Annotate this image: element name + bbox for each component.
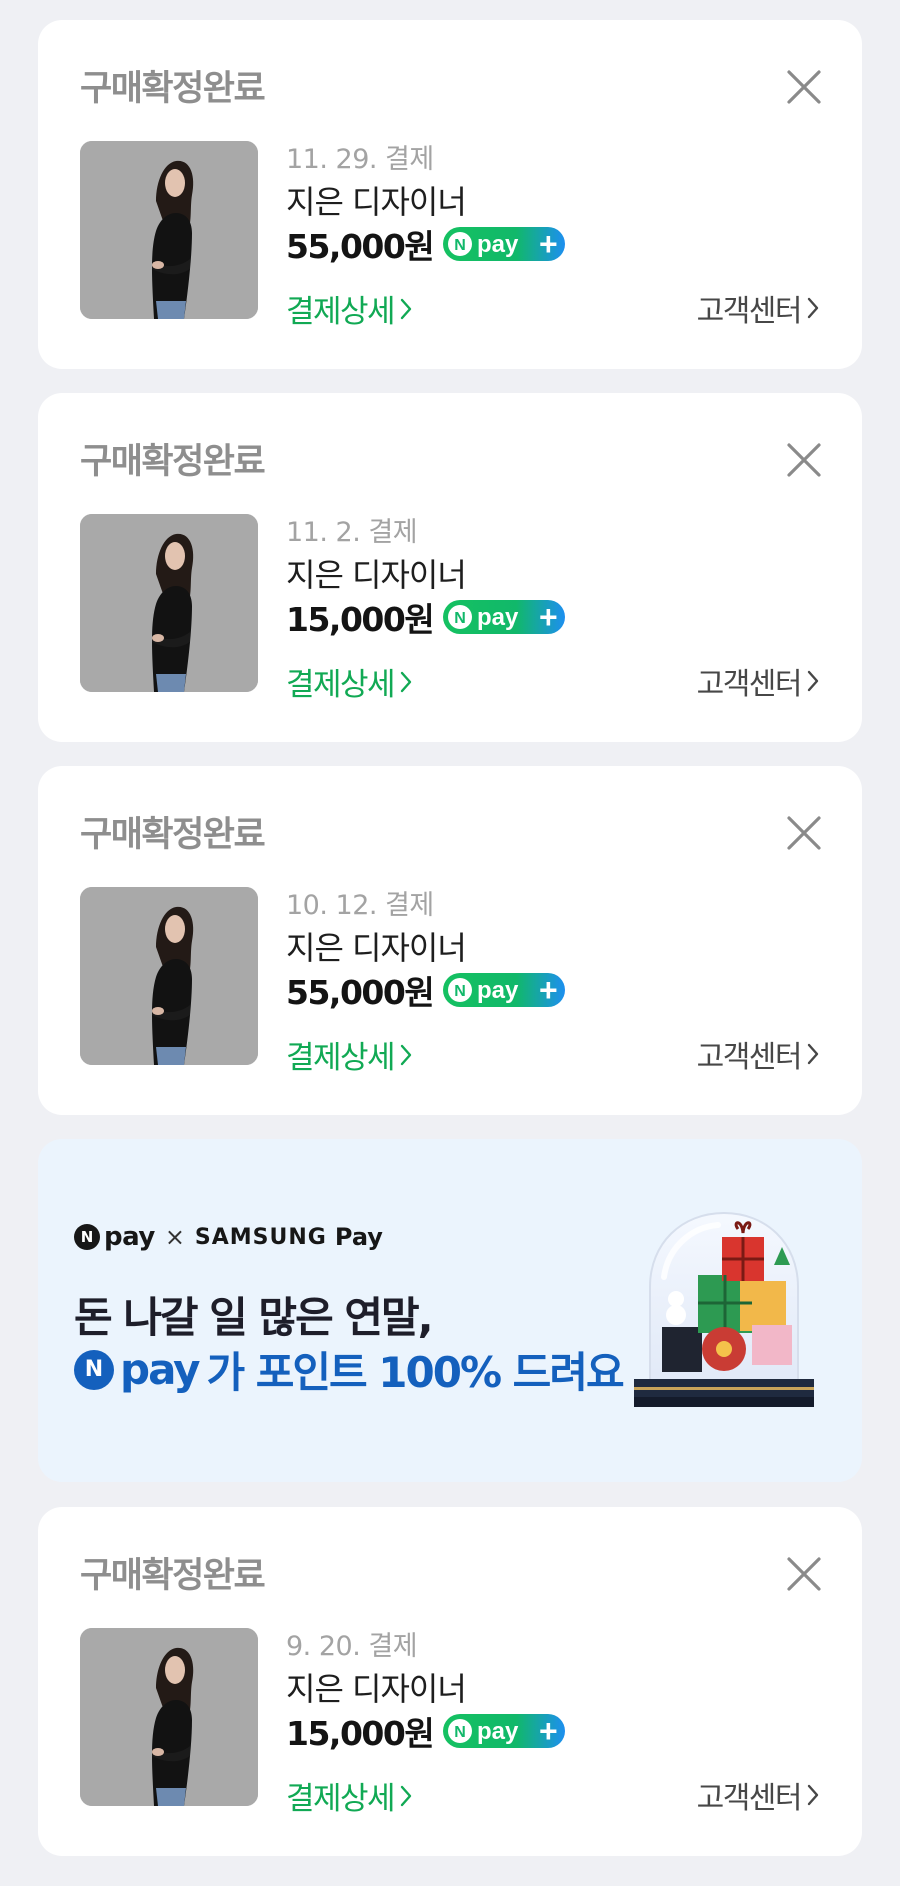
price: 55,000원 [286, 227, 435, 266]
product-thumbnail[interactable] [80, 1628, 258, 1806]
banner-brand-row: N pay × SAMSUNG Pay [74, 1221, 383, 1253]
chevron-right-icon [400, 671, 412, 692]
brand-collab-x: × [164, 1223, 185, 1251]
promo-banner[interactable]: N pay × SAMSUNG Pay 돈 나갈 일 많은 연말, N pay … [38, 1139, 862, 1482]
chevron-right-icon [807, 670, 819, 692]
product-name[interactable]: 지은 디자이너 [286, 177, 467, 223]
npay-plus-badge-icon: N pay + [443, 227, 566, 261]
customer-center-link[interactable]: 고객센터 [697, 1032, 820, 1076]
product-name[interactable]: 지은 디자이너 [286, 1664, 467, 1710]
price: 15,000원 [286, 1714, 435, 1753]
banner-pay-word: pay [120, 1345, 200, 1394]
chevron-right-icon [400, 1785, 412, 1806]
customer-center-label: 고객센터 [696, 1040, 803, 1075]
payment-date: 11. 29. 결제 [286, 144, 434, 175]
price-row: 15,000원 N pay + [286, 1711, 566, 1753]
chevron-right-icon [807, 1784, 819, 1806]
payment-detail-label: 결제상세 [286, 294, 396, 330]
chevron-right-icon [807, 1043, 819, 1065]
price: 15,000원 [286, 600, 435, 639]
svg-text:N: N [454, 237, 466, 254]
price-row: 55,000원 N pay + [286, 224, 566, 266]
npay-n-icon: N [74, 1224, 100, 1250]
close-icon[interactable] [784, 813, 824, 853]
customer-center-link[interactable]: 고객센터 [697, 286, 820, 330]
price: 55,000원 [286, 973, 435, 1012]
close-icon[interactable] [784, 1554, 824, 1594]
product-thumbnail[interactable] [80, 887, 258, 1065]
payment-detail-label: 결제상세 [286, 667, 396, 703]
svg-text:pay: pay [477, 1718, 519, 1745]
order-status: 구매확정완료 [80, 69, 266, 109]
product-thumbnail[interactable] [80, 514, 258, 692]
brand-samsung-pay-label: Pay [334, 1223, 383, 1251]
payment-date: 11. 2. 결제 [286, 517, 418, 548]
price-row: 15,000원 N pay + [286, 597, 566, 639]
order-status: 구매확정완료 [80, 815, 266, 855]
gift-snow-globe-illustration [634, 1211, 814, 1407]
brand-npay-label: pay [104, 1222, 155, 1252]
brand-samsung-label: SAMSUNG [194, 1224, 327, 1250]
npay-plus-badge-icon: N pay + [443, 600, 566, 634]
customer-center-link[interactable]: 고객센터 [697, 1773, 820, 1817]
payment-detail-link[interactable]: 결제상세 [286, 659, 413, 704]
npay-plus-badge-icon: N pay + [443, 1714, 566, 1748]
chevron-right-icon [807, 297, 819, 319]
customer-center-label: 고객센터 [696, 1781, 803, 1816]
customer-center-label: 고객센터 [696, 667, 803, 702]
order-status: 구매확정완료 [80, 442, 266, 482]
svg-text:+: + [539, 227, 558, 261]
svg-text:N: N [454, 610, 466, 627]
banner-headline: 돈 나갈 일 많은 연말, [74, 1293, 434, 1342]
order-card: 구매확정완료 11. 2. 결제 지은 디자이너 15,000원 N pay +… [38, 393, 862, 742]
svg-text:pay: pay [477, 977, 519, 1004]
customer-center-label: 고객센터 [696, 294, 803, 329]
chevron-right-icon [400, 1044, 412, 1065]
svg-text:N: N [454, 1724, 466, 1741]
payment-detail-label: 결제상세 [286, 1781, 396, 1817]
product-name[interactable]: 지은 디자이너 [286, 923, 467, 969]
npay-plus-badge-icon: N pay + [443, 973, 566, 1007]
payment-date: 10. 12. 결제 [286, 890, 434, 921]
close-icon[interactable] [784, 67, 824, 107]
banner-subheadline: N pay 가 포인트 100% 드려요 [74, 1339, 625, 1400]
payment-detail-link[interactable]: 결제상세 [286, 1773, 413, 1818]
close-icon[interactable] [784, 440, 824, 480]
product-name[interactable]: 지은 디자이너 [286, 550, 467, 596]
price-row: 55,000원 N pay + [286, 970, 566, 1012]
svg-text:N: N [454, 983, 466, 1000]
order-status: 구매확정완료 [80, 1556, 266, 1596]
svg-text:pay: pay [477, 604, 519, 631]
order-card: 구매확정완료 11. 29. 결제 지은 디자이너 55,000원 N pay … [38, 20, 862, 369]
payment-detail-link[interactable]: 결제상세 [286, 1032, 413, 1077]
chevron-right-icon [400, 298, 412, 319]
svg-text:+: + [539, 600, 558, 634]
npay-n-icon: N [74, 1349, 114, 1390]
payment-detail-link[interactable]: 결제상세 [286, 286, 413, 331]
customer-center-link[interactable]: 고객센터 [697, 659, 820, 703]
svg-text:+: + [539, 973, 558, 1007]
order-card: 구매확정완료 9. 20. 결제 지은 디자이너 15,000원 N pay +… [38, 1507, 862, 1856]
payment-detail-label: 결제상세 [286, 1040, 396, 1076]
svg-text:pay: pay [477, 231, 519, 258]
banner-offer-text: 가 포인트 100% 드려요 [206, 1348, 625, 1397]
order-card: 구매확정완료 10. 12. 결제 지은 디자이너 55,000원 N pay … [38, 766, 862, 1115]
product-thumbnail[interactable] [80, 141, 258, 319]
svg-text:+: + [539, 1714, 558, 1748]
payment-date: 9. 20. 결제 [286, 1631, 418, 1662]
